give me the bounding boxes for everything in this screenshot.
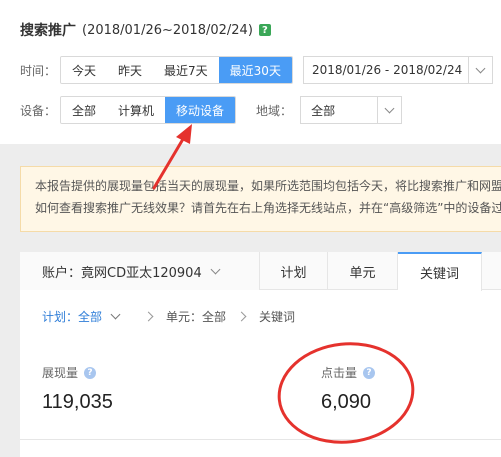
chevron-down-icon[interactable] — [110, 309, 121, 320]
device-option-mobile[interactable]: 移动设备 — [165, 97, 236, 123]
time-filter-row: 时间： 今天 昨天 最近7天 最近30天 2018/01/26 - 2018/0… — [20, 56, 493, 84]
notice-line-2: 如何查看搜索推广无线效果？请首先在右上角选择无线站点，并在“高级筛选”中的设备过 — [35, 201, 501, 215]
tab-unit[interactable]: 单元 — [328, 252, 398, 290]
metric-impressions-label: 展现量 — [42, 366, 79, 380]
region-select[interactable]: 全部 — [300, 96, 403, 124]
time-segmented-control: 今天 昨天 最近7天 最近30天 — [60, 56, 293, 84]
report-panel: 账户：竟网CD亚太120904 计划 单元 关键词 计划：全部 单元：全部 关键… — [20, 252, 501, 457]
device-option-all[interactable]: 全部 — [61, 97, 108, 123]
account-label: 账户：竟网CD亚太120904 — [42, 265, 202, 281]
date-dropdown-toggle[interactable] — [467, 57, 492, 83]
time-option-last-7-days[interactable]: 最近7天 — [153, 57, 219, 83]
filter-header: 搜索推广 (2018/01/26~2018/02/24) ? 时间： 今天 昨天… — [0, 0, 501, 144]
chevron-down-icon — [475, 63, 486, 73]
date-range-select[interactable]: 2018/01/26 - 2018/02/24 — [302, 56, 493, 84]
region-value: 全部 — [311, 103, 336, 118]
metric-impressions: 展现量 ? 119,035 — [42, 364, 113, 414]
chevron-down-icon — [210, 264, 221, 274]
question-icon[interactable]: ? — [363, 366, 376, 379]
time-label: 时间： — [20, 63, 57, 78]
page-date-range: (2018/01/26~2018/02/24) — [82, 22, 253, 38]
region-dropdown-toggle[interactable] — [377, 97, 401, 123]
notice-banner: 本报告提供的展现量包括当天的展现量，如果所选范围均包括今天，将比搜索推广和网盟 … — [20, 166, 501, 232]
region-label: 地域： — [256, 103, 293, 118]
device-option-computer[interactable]: 计算机 — [107, 97, 166, 123]
chevron-down-icon — [384, 103, 395, 113]
time-option-today[interactable]: 今天 — [61, 57, 108, 83]
date-range-value: 2018/01/26 - 2018/02/24 — [311, 63, 463, 77]
page-title-row: 搜索推广 (2018/01/26~2018/02/24) ? — [20, 20, 271, 40]
metric-clicks-label: 点击量 — [321, 366, 358, 380]
account-selector[interactable]: 账户：竟网CD亚太120904 — [20, 252, 260, 290]
chevron-right-icon — [143, 311, 154, 322]
metric-clicks: 点击量 ? 6,090 — [321, 364, 376, 414]
tab-plan[interactable]: 计划 — [260, 252, 328, 290]
help-badge-icon[interactable]: ? — [258, 24, 271, 36]
panel-divider — [20, 439, 501, 440]
page-title: 搜索推广 — [20, 23, 76, 39]
metric-impressions-value: 119,035 — [42, 391, 113, 413]
device-filter-row: 设备： 全部 计算机 移动设备 地域： 全部 — [20, 96, 403, 124]
metric-clicks-value: 6,090 — [321, 391, 372, 413]
breadcrumb: 计划：全部 单元：全部 关键词 — [42, 308, 295, 325]
chevron-right-icon — [236, 311, 247, 322]
tab-keyword[interactable]: 关键词 — [398, 252, 482, 291]
breadcrumb-unit: 单元：全部 — [166, 310, 227, 324]
notice-line-1: 本报告提供的展现量包括当天的展现量，如果所选范围均包括今天，将比搜索推广和网盟 — [35, 179, 501, 193]
tabs-bar: 账户：竟网CD亚太120904 计划 单元 关键词 — [20, 252, 501, 291]
breadcrumb-keyword: 关键词 — [259, 310, 296, 324]
time-option-yesterday[interactable]: 昨天 — [107, 57, 154, 83]
device-segmented-control: 全部 计算机 移动设备 — [60, 96, 237, 124]
breadcrumb-plan[interactable]: 计划：全部 — [42, 308, 102, 325]
device-label: 设备： — [20, 103, 57, 118]
question-icon[interactable]: ? — [84, 366, 97, 379]
time-option-last-30-days[interactable]: 最近30天 — [218, 57, 292, 83]
